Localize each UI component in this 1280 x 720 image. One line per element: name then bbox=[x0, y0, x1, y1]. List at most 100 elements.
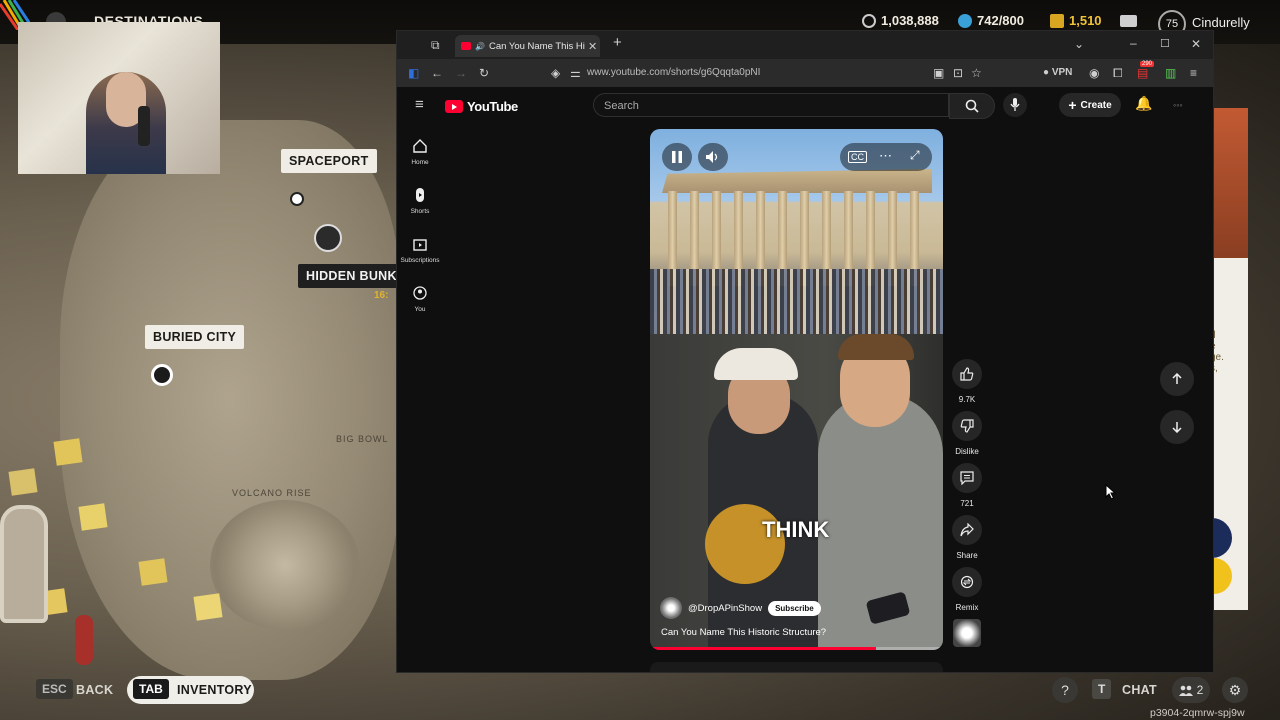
share-button[interactable]: Share bbox=[949, 515, 985, 560]
webcam-overlay bbox=[18, 22, 220, 174]
mail-icon[interactable] bbox=[1120, 15, 1137, 27]
tab-search-icon[interactable]: ⌄ bbox=[1074, 38, 1084, 50]
arrow-down-icon bbox=[1172, 422, 1182, 433]
comment-icon bbox=[960, 471, 974, 485]
maximize-button[interactable]: ☐ bbox=[1160, 38, 1170, 50]
account-loading-icon[interactable]: ◦◦◦ bbox=[1173, 99, 1183, 111]
video-overlay-caption: THINK bbox=[762, 517, 830, 542]
comments-button[interactable]: 721 bbox=[949, 463, 985, 508]
spaceport-marker[interactable] bbox=[290, 192, 304, 206]
forward-icon[interactable]: → bbox=[455, 67, 467, 79]
extension-icon[interactable]: ◉ bbox=[1089, 67, 1099, 79]
bars-counter: 1,510 bbox=[1050, 13, 1102, 28]
map-label-buried-city[interactable]: BURIED CITY bbox=[145, 325, 245, 349]
inventory-label: INVENTORY bbox=[177, 683, 252, 697]
bunker-marker-icon[interactable] bbox=[314, 224, 342, 252]
youtube-play-icon bbox=[445, 100, 463, 113]
search-button[interactable] bbox=[949, 93, 995, 119]
create-button[interactable]: + Create bbox=[1059, 93, 1121, 117]
tab-key-hint: TAB bbox=[133, 679, 169, 699]
plus-icon: + bbox=[1068, 97, 1077, 113]
like-button[interactable]: 9.7K bbox=[949, 359, 985, 404]
shorts-icon bbox=[416, 188, 424, 202]
sidebar-item-shorts[interactable]: Shorts bbox=[397, 188, 443, 215]
puzzle-extension-icon[interactable]: ⧠ bbox=[1113, 67, 1123, 79]
pip-icon[interactable]: ▣ bbox=[933, 67, 944, 79]
thumbs-down-icon bbox=[960, 419, 974, 433]
adblock-extension-icon[interactable]: ▤ bbox=[1137, 67, 1148, 79]
url-field[interactable]: www.youtube.com/shorts/g6Qqqta0pNI bbox=[587, 67, 760, 78]
back-button[interactable]: BACK bbox=[76, 683, 113, 697]
more-options-icon[interactable]: ⋯ bbox=[879, 148, 892, 164]
gold-bars-icon bbox=[1050, 13, 1064, 28]
next-short-button[interactable] bbox=[1160, 410, 1194, 444]
chat-key-hint: T bbox=[1092, 679, 1112, 699]
map-label-spaceport[interactable]: SPACEPORT bbox=[281, 149, 377, 173]
site-settings-icon[interactable]: ⚌ bbox=[570, 67, 581, 79]
fullscreen-icon[interactable]: ⤢ bbox=[910, 148, 920, 163]
screenshot-icon[interactable]: ⊡ bbox=[953, 67, 963, 79]
channel-avatar[interactable] bbox=[660, 597, 682, 619]
esc-key-hint[interactable]: ESC bbox=[36, 679, 73, 699]
username[interactable]: Cindurelly bbox=[1192, 15, 1250, 30]
audio-playing-icon[interactable]: 🔊 bbox=[475, 42, 485, 51]
tab-strip: ⧉ 🔊 Can You Name This Historic ✕ + ⌄ – ☐… bbox=[397, 31, 1213, 59]
bookmark-star-icon[interactable]: ☆ bbox=[971, 67, 982, 79]
volume-icon bbox=[706, 151, 718, 163]
map-note bbox=[53, 438, 83, 466]
red-pin bbox=[75, 615, 93, 665]
remix-icon bbox=[960, 575, 974, 589]
volcano-crater bbox=[210, 500, 360, 630]
help-button[interactable]: ? bbox=[1052, 677, 1078, 703]
map-region-big-bowl: BIG BOWL bbox=[336, 434, 389, 444]
video-progress-fill bbox=[650, 647, 876, 650]
close-window-button[interactable]: ✕ bbox=[1191, 38, 1201, 50]
settings-gear-icon[interactable]: ⚙ bbox=[1222, 677, 1248, 703]
party-button[interactable]: 2 bbox=[1172, 677, 1210, 703]
tab-title: Can You Name This Historic bbox=[488, 40, 585, 52]
pause-button[interactable] bbox=[662, 143, 692, 171]
back-icon[interactable]: ← bbox=[431, 67, 443, 79]
minimize-button[interactable]: – bbox=[1130, 37, 1137, 49]
hamburger-menu-icon[interactable]: ≡ bbox=[415, 97, 424, 112]
equalizer-extension-icon[interactable]: ▥ bbox=[1165, 67, 1176, 79]
arrow-up-icon bbox=[1172, 373, 1182, 384]
tab-actions-icon[interactable]: ⧉ bbox=[431, 39, 440, 51]
subscriptions-icon bbox=[413, 239, 427, 251]
microphone-icon bbox=[1010, 98, 1020, 111]
browser-tab[interactable]: 🔊 Can You Name This Historic ✕ bbox=[455, 35, 600, 57]
subscribe-button[interactable]: Subscribe bbox=[768, 600, 821, 616]
shorts-player[interactable]: CC ⋯ ⤢ THINK @DropAPinShow Subscribe Can… bbox=[650, 129, 943, 650]
volume-button[interactable] bbox=[698, 143, 728, 171]
sidebar-item-home[interactable]: Home bbox=[397, 139, 443, 166]
sound-thumbnail[interactable] bbox=[953, 619, 981, 647]
captions-icon[interactable]: CC bbox=[848, 151, 867, 163]
remix-button[interactable]: Remix bbox=[949, 567, 985, 612]
voice-search-button[interactable] bbox=[1003, 93, 1027, 117]
sidebar-item-you[interactable]: You bbox=[397, 286, 443, 313]
tab-close-icon[interactable]: ✕ bbox=[588, 40, 597, 53]
sidebar-toggle-icon[interactable]: ◧ bbox=[408, 67, 419, 79]
video-progress-bar[interactable] bbox=[650, 647, 943, 650]
channel-name[interactable]: @DropAPinShow bbox=[688, 603, 762, 614]
new-tab-button[interactable]: + bbox=[613, 35, 622, 50]
chat-button[interactable]: CHAT bbox=[1122, 683, 1157, 697]
menu-icon[interactable]: ≡ bbox=[1190, 67, 1197, 79]
buried-city-marker[interactable] bbox=[151, 364, 173, 386]
reload-icon[interactable]: ↻ bbox=[479, 67, 489, 79]
youtube-logo[interactable]: YouTube bbox=[445, 99, 518, 114]
sidebar-item-subscriptions[interactable]: Subscriptions bbox=[397, 237, 443, 264]
search-input[interactable]: Search bbox=[593, 93, 949, 117]
dislike-button[interactable]: Dislike bbox=[949, 411, 985, 456]
shield-icon[interactable]: ◈ bbox=[551, 67, 560, 79]
video-title[interactable]: Can You Name This Historic Structure? bbox=[661, 627, 826, 638]
address-bar: ◧ ← → ↻ ◈ ⚌ www.youtube.com/shorts/g6Qqq… bbox=[397, 59, 1213, 87]
search-icon bbox=[965, 99, 979, 113]
previous-short-button[interactable] bbox=[1160, 362, 1194, 396]
you-icon bbox=[413, 286, 427, 300]
share-icon bbox=[960, 523, 974, 537]
next-short-preview bbox=[650, 662, 943, 672]
tokens-counter: 742/800 bbox=[958, 13, 1024, 28]
vpn-badge[interactable]: ● VPN bbox=[1043, 67, 1072, 79]
notifications-bell-icon[interactable]: 🔔 bbox=[1135, 96, 1152, 110]
